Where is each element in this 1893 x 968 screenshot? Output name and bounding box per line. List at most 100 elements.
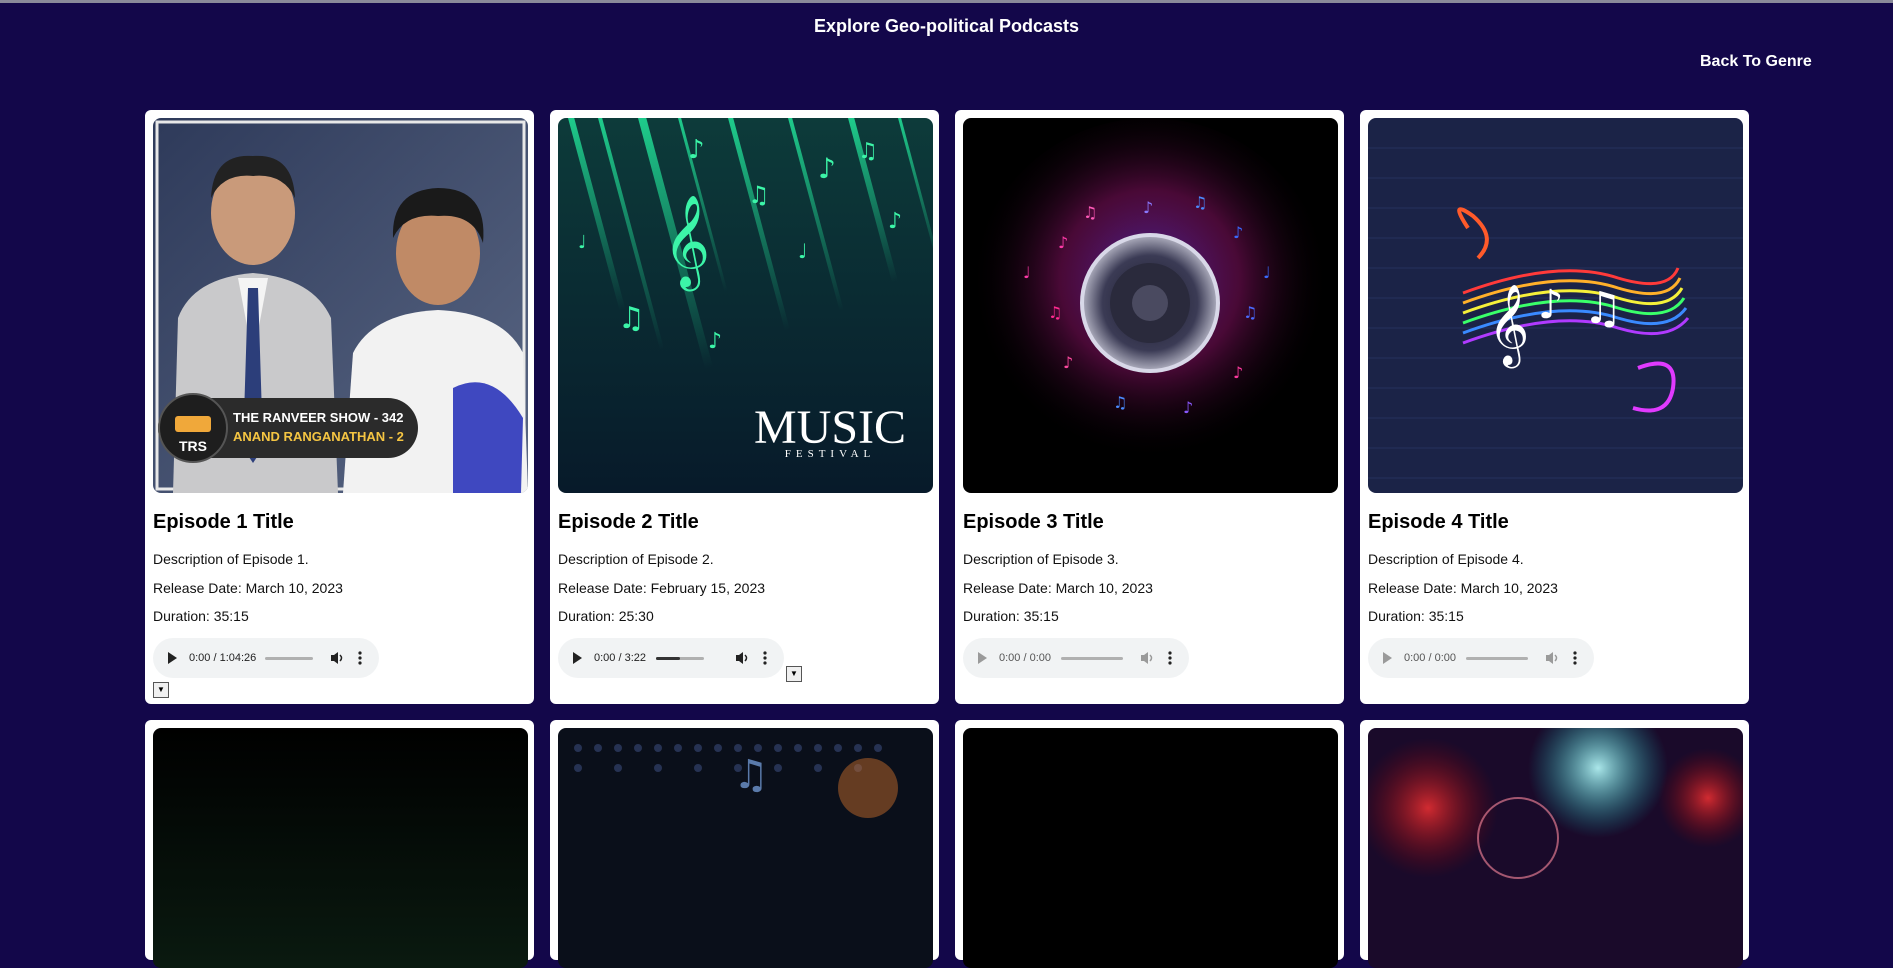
svg-text:♪: ♪ [818, 152, 836, 185]
episode-duration: Duration: 35:15 [963, 608, 1059, 624]
back-to-genre-link[interactable]: Back To Genre [1700, 53, 1812, 71]
episode-title: Episode 4 Title [1368, 511, 1509, 533]
episode-duration: Duration: 35:15 [1368, 608, 1464, 624]
play-icon[interactable] [1383, 652, 1392, 664]
episode-thumbnail [963, 728, 1338, 968]
svg-text:♫: ♫ [1113, 393, 1127, 412]
seek-bar[interactable] [1061, 657, 1123, 660]
svg-text:♪: ♪ [688, 135, 705, 165]
top-border [0, 0, 1893, 3]
episode-thumbnail: ♫ [558, 728, 933, 968]
episode-card: ♪ ♫ ♪ ♫ ♪ ♫ ♪ ♫ ♪ ♫ ♪ ♩ ♩ Episode 3 Titl… [955, 110, 1344, 704]
podcast-guests-image: TRS THE RANVEER SHOW - 342 ANAND RANGANA… [153, 118, 528, 493]
play-icon[interactable] [168, 652, 177, 664]
audio-player[interactable]: 0:00 / 0:00 [1368, 638, 1594, 678]
player-time: 0:00 / 0:00 [1404, 652, 1456, 664]
thumb-badge-line2: ANAND RANGANATHAN - 2 [233, 429, 404, 444]
episode-thumbnail: TRS THE RANVEER SHOW - 342 ANAND RANGANA… [153, 118, 528, 493]
episode-thumbnail [153, 728, 528, 968]
more-options-icon[interactable] [1573, 650, 1577, 666]
music-festival-image: 𝄞 ♪ ♫ ♪ ♫ ♫ ♪ ♩ ♪ ♩ MUSIC FESTIVAL [558, 118, 933, 493]
svg-text:♩: ♩ [798, 239, 807, 263]
svg-text:♫: ♫ [748, 181, 770, 209]
volume-icon[interactable] [735, 650, 749, 666]
episode-thumbnail: 𝄞 ♪ ♫ ♪ ♫ ♫ ♪ ♩ ♪ ♩ MUSIC FESTIVAL [558, 118, 933, 493]
player-time: 0:00 / 3:22 [594, 652, 646, 664]
episode-duration: Duration: 35:15 [153, 608, 249, 624]
play-icon[interactable] [978, 652, 987, 664]
svg-text:♩: ♩ [1023, 263, 1031, 282]
svg-text:♪: ♪ [1143, 198, 1153, 217]
dark-thumbnail-image [153, 728, 528, 968]
svg-text:♪: ♪ [888, 209, 902, 234]
bokeh-lights-image [1368, 728, 1743, 968]
episode-card [1360, 720, 1749, 968]
volume-icon[interactable] [1545, 650, 1559, 666]
svg-text:♩: ♩ [1263, 263, 1271, 282]
svg-text:♫: ♫ [1048, 303, 1062, 322]
svg-text:♫: ♫ [1193, 193, 1207, 212]
svg-text:♪: ♪ [1233, 223, 1243, 242]
audio-player[interactable]: 0:00 / 0:00 [963, 638, 1189, 678]
player-time: 0:00 / 1:04:26 [189, 652, 257, 664]
expand-toggle-icon[interactable]: ▼ [153, 682, 169, 698]
episode-release-date: Release Date: March 10, 2023 [963, 580, 1153, 596]
episode-title: Episode 1 Title [153, 511, 294, 533]
episode-title: Episode 3 Title [963, 511, 1104, 533]
speaker-notes-image: ♪ ♫ ♪ ♫ ♪ ♫ ♪ ♫ ♪ ♫ ♪ ♩ ♩ [963, 118, 1338, 493]
episode-description: Description of Episode 1. [153, 551, 309, 567]
episode-thumbnail: ♪ ♫ ♪ ♫ ♪ ♫ ♪ ♫ ♪ ♫ ♪ ♩ ♩ [963, 118, 1338, 493]
svg-text:♪: ♪ [1183, 398, 1193, 417]
thumb-badge-line1: THE RANVEER SHOW - 342 [233, 410, 403, 425]
svg-text:♫: ♫ [858, 139, 878, 164]
play-icon[interactable] [573, 652, 582, 664]
episode-description: Description of Episode 2. [558, 551, 714, 567]
seek-bar[interactable] [656, 657, 704, 660]
music-festival-title: MUSIC [754, 401, 906, 454]
page-title: Explore Geo-political Podcasts [813, 16, 1080, 36]
seek-bar[interactable] [1466, 657, 1528, 660]
svg-text:♪: ♪ [1233, 363, 1243, 382]
svg-text:♩: ♩ [578, 232, 587, 253]
dotted-notes-image: ♫ [558, 728, 933, 968]
svg-text:♪: ♪ [1063, 353, 1073, 372]
audio-player[interactable]: 0:00 / 3:22 [558, 638, 784, 678]
black-thumbnail-image [963, 728, 1338, 968]
episode-thumbnail [1368, 728, 1743, 968]
svg-text:♫: ♫ [1243, 303, 1257, 322]
svg-text:♪: ♪ [1058, 233, 1068, 252]
episode-thumbnail: 𝄞 ♪ ♫ [1368, 118, 1743, 493]
episode-description: Description of Episode 4. [1368, 551, 1524, 567]
episode-release-date: Release Date: March 10, 2023 [153, 580, 343, 596]
svg-text:𝄞: 𝄞 [1488, 283, 1529, 368]
neon-notes-image: 𝄞 ♪ ♫ [1368, 118, 1743, 493]
player-time: 0:00 / 0:00 [999, 652, 1051, 664]
svg-text:♪: ♪ [708, 329, 722, 354]
episode-release-date: Release Date: March 10, 2023 [1368, 580, 1558, 596]
more-options-icon[interactable] [1168, 650, 1172, 666]
svg-text:𝄞: 𝄞 [663, 194, 710, 291]
expand-toggle-icon[interactable]: ▼ [786, 666, 802, 682]
svg-text:♫: ♫ [1583, 283, 1622, 334]
thumb-badge-logo: TRS [179, 438, 207, 454]
more-options-icon[interactable] [763, 650, 767, 666]
music-festival-subtitle: FESTIVAL [785, 448, 876, 460]
episode-card: 𝄞 ♪ ♫ ♪ ♫ ♫ ♪ ♩ ♪ ♩ MUSIC FESTIVAL Episo… [550, 110, 939, 704]
episode-card: 𝄞 ♪ ♫ Episode 4 Title Description of Epi… [1360, 110, 1749, 704]
audio-player[interactable]: 0:00 / 1:04:26 [153, 638, 379, 678]
episode-title: Episode 2 Title [558, 511, 699, 533]
seek-bar[interactable] [265, 657, 313, 660]
svg-text:♫: ♫ [1083, 203, 1097, 222]
volume-icon[interactable] [1140, 650, 1154, 666]
episode-card: ♫ [550, 720, 939, 968]
episode-duration: Duration: 25:30 [558, 608, 654, 624]
svg-text:♫: ♫ [618, 301, 645, 336]
svg-text:♫: ♫ [733, 752, 769, 798]
more-options-icon[interactable] [358, 650, 362, 666]
episode-card [955, 720, 1344, 968]
volume-icon[interactable] [330, 650, 344, 666]
episode-card: TRS THE RANVEER SHOW - 342 ANAND RANGANA… [145, 110, 534, 704]
episode-release-date: Release Date: February 15, 2023 [558, 580, 766, 596]
episode-card [145, 720, 534, 968]
svg-text:♪: ♪ [1538, 282, 1564, 328]
